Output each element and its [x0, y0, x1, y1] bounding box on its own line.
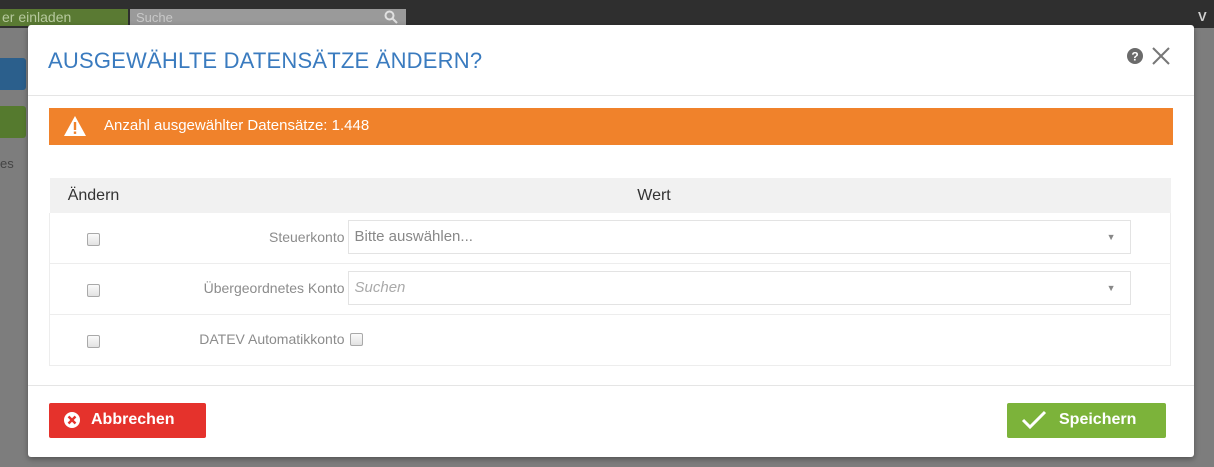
- field-label-steuerkonto: Steuerkonto: [269, 229, 345, 245]
- background-invite-button: er einladen: [0, 9, 128, 26]
- steuerkonto-select[interactable]: Bitte auswählen... ▼: [347, 220, 1131, 254]
- column-header-change: Ändern: [49, 178, 138, 213]
- caret-down-icon: ▼: [1106, 232, 1116, 242]
- save-button-label: Speichern: [1059, 411, 1137, 428]
- change-parent-account-checkbox[interactable]: [87, 283, 101, 297]
- help-icon[interactable]: ?: [1126, 47, 1144, 65]
- field-datev-automatikkonto: DATEV Automatikkonto: [138, 315, 1171, 365]
- value-cell: DATEV Automatikkonto: [137, 314, 1171, 366]
- warning-icon: [64, 116, 86, 136]
- field-steuerkonto: Steuerkonto Bitte auswählen... ▼: [138, 213, 1171, 263]
- background-search-input: Suche: [130, 9, 406, 26]
- background-right-label: V: [1198, 9, 1207, 24]
- background-search-placeholder: Suche: [136, 10, 173, 25]
- value-cell: Steuerkonto Bitte auswählen... ▼: [137, 213, 1171, 264]
- table-row: Übergeordnetes Konto Suchen ▼: [49, 263, 1171, 315]
- svg-text:?: ?: [1131, 50, 1138, 64]
- field-label-parent-account: Übergeordnetes Konto: [203, 280, 345, 296]
- table-row: Steuerkonto Bitte auswählen... ▼: [49, 213, 1171, 264]
- dialog-footer: Abbrechen Speichern: [28, 385, 1194, 458]
- edit-records-dialog: AUSGEWÄHLTE DATENSÄTZE ÄNDERN? ? Anzahl …: [28, 25, 1194, 457]
- table-row: DATEV Automatikkonto: [49, 314, 1171, 366]
- cancel-circle-icon: [64, 412, 80, 428]
- datev-automatikkonto-checkbox[interactable]: [349, 333, 363, 346]
- selected-count-alert: Anzahl ausgewählter Datensätze: 1.448: [49, 108, 1173, 145]
- steuerkonto-select-value: Bitte auswählen...: [354, 228, 473, 245]
- change-steuerkonto-checkbox[interactable]: [87, 232, 101, 246]
- background-left-button-blue: [0, 58, 26, 90]
- cancel-button-label: Abbrechen: [91, 411, 175, 428]
- alert-text: Anzahl ausgewählter Datensätze: 1.448: [104, 117, 370, 134]
- save-button[interactable]: Speichern: [1007, 403, 1166, 438]
- dialog-header: AUSGEWÄHLTE DATENSÄTZE ÄNDERN? ?: [28, 25, 1194, 96]
- search-icon: [384, 10, 398, 24]
- background-left-button-green: [0, 106, 26, 138]
- field-label-datev: DATEV Automatikkonto: [199, 331, 345, 347]
- table-header-row: Ändern Wert: [49, 178, 1171, 213]
- cancel-button[interactable]: Abbrechen: [49, 403, 206, 438]
- change-cell: [49, 213, 138, 264]
- field-parent-account: Übergeordnetes Konto Suchen ▼: [138, 264, 1171, 314]
- close-icon[interactable]: [1150, 45, 1172, 67]
- parent-account-search-select[interactable]: Suchen ▼: [347, 271, 1131, 305]
- change-cell: [49, 263, 138, 315]
- change-datev-checkbox[interactable]: [87, 334, 101, 348]
- value-cell: Übergeordnetes Konto Suchen ▼: [137, 263, 1171, 315]
- change-cell: [49, 314, 138, 366]
- edit-fields-table: Ändern Wert Steuerkonto Bitte auswählen.…: [49, 178, 1171, 366]
- parent-account-search-placeholder: Suchen: [354, 279, 406, 296]
- caret-down-icon: ▼: [1106, 283, 1116, 293]
- background-left-text: es: [0, 156, 14, 171]
- checkmark-icon: [1021, 410, 1047, 430]
- dialog-title: AUSGEWÄHLTE DATENSÄTZE ÄNDERN?: [48, 48, 483, 73]
- column-header-value: Wert: [137, 178, 1171, 213]
